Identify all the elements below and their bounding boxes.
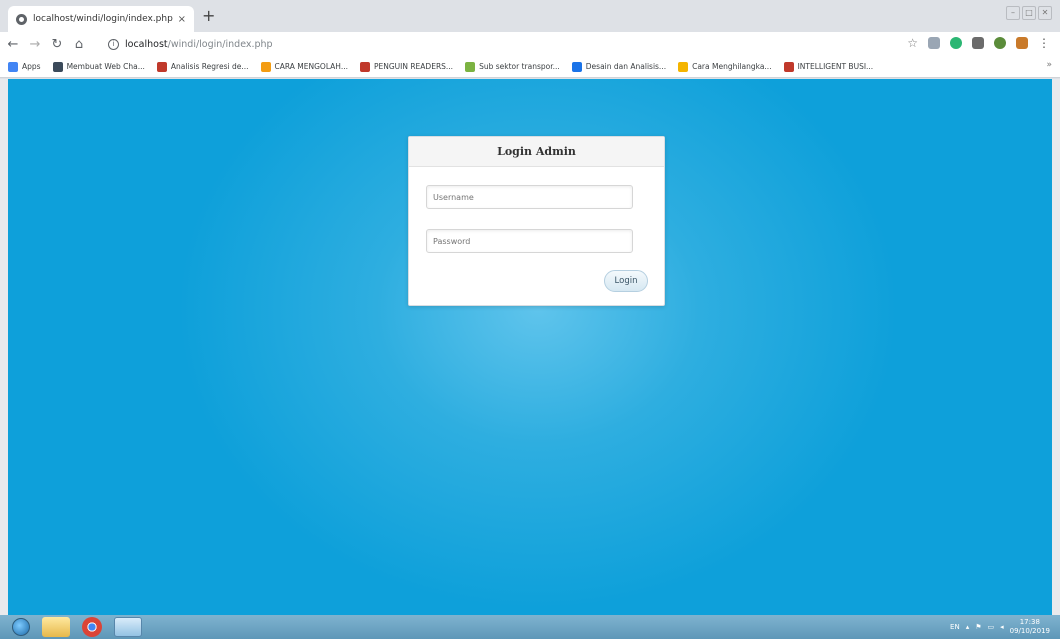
bookmarks-overflow-icon[interactable]: »: [1046, 60, 1052, 70]
volume-icon[interactable]: ◂: [1000, 623, 1004, 631]
apps-grid-icon: [8, 61, 18, 72]
info-icon[interactable]: i: [108, 38, 119, 50]
globe-icon: [16, 13, 27, 25]
system-tray: EN ▴ ⚑ ▭ ◂ 17:38 09/10/2019: [950, 618, 1050, 636]
windows-taskbar: EN ▴ ⚑ ▭ ◂ 17:38 09/10/2019: [0, 615, 1060, 639]
extension-icon[interactable]: [994, 37, 1006, 49]
bookmark-item[interactable]: Sub sektor transpor...: [465, 61, 560, 72]
bookmark-item[interactable]: INTELLIGENT BUSI...: [783, 61, 873, 72]
minimize-icon[interactable]: –: [1006, 6, 1020, 20]
flag-icon[interactable]: ⚑: [975, 623, 981, 631]
bookmark-item[interactable]: Cara Menghilangka...: [678, 61, 772, 72]
chrome-icon[interactable]: [82, 617, 102, 637]
window-controls: – □ ✕: [1006, 6, 1052, 20]
username-input[interactable]: [426, 185, 633, 209]
network-icon[interactable]: ▭: [988, 623, 995, 631]
bookmark-icon: [260, 61, 271, 72]
clock-time: 17:38: [1019, 618, 1040, 626]
clock-date: 09/10/2019: [1009, 627, 1050, 635]
back-icon[interactable]: ←: [4, 37, 22, 52]
reload-icon[interactable]: ↻: [48, 37, 66, 52]
start-button[interactable]: [12, 618, 30, 636]
extension-icon[interactable]: [928, 37, 940, 49]
login-button[interactable]: Login: [604, 270, 648, 292]
browser-toolbar: ← → ↻ ⌂ i localhost /windi/login/index.p…: [0, 32, 1060, 56]
bookmark-apps[interactable]: Apps: [8, 61, 41, 72]
tray-arrow-icon[interactable]: ▴: [966, 623, 970, 631]
menu-dots-icon[interactable]: ⋮: [1038, 36, 1050, 50]
browser-tab[interactable]: localhost/windi/login/index.php ×: [8, 6, 194, 32]
forward-icon[interactable]: →: [26, 37, 44, 52]
file-explorer-icon[interactable]: [42, 617, 70, 637]
bookmark-item[interactable]: Analisis Regresi de...: [156, 61, 249, 72]
bookmark-item[interactable]: CARA MENGOLAH...: [260, 61, 348, 72]
new-tab-button[interactable]: +: [202, 6, 215, 26]
extension-icon[interactable]: [950, 37, 962, 49]
profile-avatar[interactable]: [1016, 37, 1028, 49]
bookmark-icon: [678, 61, 689, 72]
bookmark-icon: [156, 61, 167, 72]
bookmark-star-icon[interactable]: ☆: [907, 36, 918, 50]
language-indicator[interactable]: EN: [950, 623, 960, 631]
close-window-icon[interactable]: ✕: [1038, 6, 1052, 20]
bookmark-icon: [571, 61, 582, 72]
close-tab-icon[interactable]: ×: [178, 14, 186, 25]
bookmark-icon: [465, 61, 476, 72]
url-host: localhost: [125, 38, 168, 50]
page-viewport: Login Admin Login: [8, 79, 1052, 615]
bookmark-icon: [52, 61, 63, 72]
window-frame-right: [1052, 79, 1060, 615]
bookmark-item[interactable]: Desain dan Analisis...: [571, 61, 666, 72]
window-frame-left: [0, 79, 8, 615]
home-icon[interactable]: ⌂: [70, 37, 88, 52]
tab-strip: localhost/windi/login/index.php × + – □ …: [0, 0, 1060, 32]
bookmark-icon: [359, 61, 370, 72]
address-bar[interactable]: i localhost /windi/login/index.php: [108, 35, 868, 53]
password-input[interactable]: [426, 229, 633, 253]
maximize-icon[interactable]: □: [1022, 6, 1036, 20]
bookmark-item[interactable]: PENGUIN READERS...: [359, 61, 453, 72]
bookmark-item[interactable]: Membuat Web Cha...: [52, 61, 145, 72]
url-path: /windi/login/index.php: [167, 38, 273, 50]
tab-title: localhost/windi/login/index.php: [33, 14, 173, 24]
extension-icon[interactable]: [972, 37, 984, 49]
notepad-icon[interactable]: [114, 617, 142, 637]
bookmark-icon: [783, 61, 794, 72]
clock[interactable]: 17:38 09/10/2019: [1010, 618, 1050, 636]
bookmarks-bar: Apps Membuat Web Cha... Analisis Regresi…: [0, 56, 1060, 78]
login-title: Login Admin: [409, 137, 664, 167]
login-panel: Login Admin Login: [408, 136, 665, 306]
